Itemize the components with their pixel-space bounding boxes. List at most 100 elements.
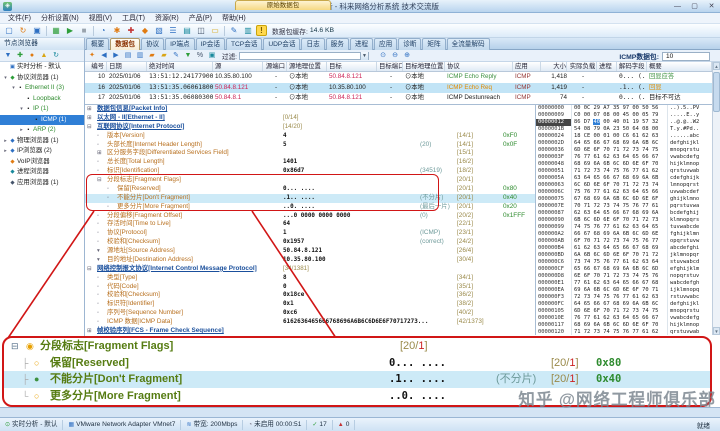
column-header[interactable]: 源端口	[263, 62, 287, 71]
expand-icon[interactable]: ▾	[10, 83, 17, 94]
decode-row[interactable]: ◦ ICMP 数据[ICMP Data] 6162636465666768696…	[85, 318, 535, 327]
menu-analysis-settings[interactable]: 分析设置(N)	[36, 13, 84, 24]
expand-icon[interactable]: ⊞	[87, 114, 92, 123]
hex-row[interactable]: 000000B4 61 62 63 64 65 66 67 68 69 abcd…	[536, 245, 712, 252]
column-header[interactable]: 应用	[513, 62, 541, 71]
expand-icon[interactable]: ▾	[97, 247, 100, 256]
expand-icon[interactable]: ◦	[97, 141, 99, 150]
reload-icon[interactable]: ↻	[17, 25, 29, 37]
tree-node-ip[interactable]: ▾ ▪ IP (1)	[0, 104, 84, 115]
decode-row[interactable]: ⊞ 以太网 - II[Ethernet - II] [0/14]	[85, 114, 535, 123]
hex-row[interactable]: 00000087 62 63 64 65 66 67 68 69 6A bcde…	[536, 210, 712, 217]
tree-node-process-explorer[interactable]: ◆ 进程浏览器	[0, 167, 84, 178]
column-header[interactable]: 目标地理位置	[403, 62, 445, 71]
decode-row[interactable]: ◦ 校验和[Checksum] 0x18ce [36/2]	[85, 291, 535, 300]
node-group-icon[interactable]: ▧	[153, 25, 165, 37]
decode-row[interactable]: ◦ 存活时间[Time to Live] 64 [22/1]	[85, 220, 535, 229]
tree-node-ethernet[interactable]: ▾ ▪ Ethernet II (3)	[0, 83, 84, 94]
expand-icon[interactable]: ◦	[107, 185, 109, 194]
edit-icon[interactable]: ✎	[228, 25, 240, 37]
expand-icon[interactable]: ◦	[97, 132, 99, 141]
decode-row[interactable]: ⊞ 帧校验序列[FCS - Frame Check Sequence]	[85, 327, 535, 335]
locate-icon[interactable]: ⊙	[378, 51, 388, 61]
tab-full-decode[interactable]: 全流量解码	[447, 38, 490, 50]
scroll-down-icon[interactable]: ▼	[713, 327, 720, 335]
hex-row[interactable]: 00000048 68 69 6A 6B 6C 6D 6E 6F 70 hijk…	[536, 161, 712, 168]
decode-row[interactable]: ◦ 校验和[Checksum] 0x1957 (correct) [24/2]	[85, 238, 535, 247]
hex-row[interactable]: 000000EA 69 6A 6B 6C 6D 6E 6F 70 71 ijkl…	[536, 287, 712, 294]
menu-view[interactable]: 视图(V)	[84, 13, 117, 24]
hex-row[interactable]: 0000010E 76 77 61 62 63 64 65 66 67 vwab…	[536, 315, 712, 322]
hex-row[interactable]: 000000AB 6F 70 71 72 73 74 75 76 77 opqr…	[536, 238, 712, 245]
tree-node-app-explorer[interactable]: ◆ 应用浏览器 (1)	[0, 178, 84, 189]
node-filter-icon[interactable]: ▼	[3, 51, 13, 61]
hex-row[interactable]: 00000075 67 68 69 6A 6B 6C 6D 6E 6F ghij…	[536, 196, 712, 203]
tree-node-physical-explorer[interactable]: ▸ ◆ 物理浏览器 (1)	[0, 136, 84, 147]
expand-icon[interactable]: ⊟	[87, 265, 92, 274]
expand-icon[interactable]: ⊟	[87, 123, 92, 132]
column-header[interactable]: 进程	[597, 62, 617, 71]
hex-row[interactable]: 000000FC 64 65 66 67 68 69 6A 6B 6C defg…	[536, 301, 712, 308]
expand-icon[interactable]: ◦	[107, 194, 109, 203]
column-header[interactable]: 编号	[85, 62, 107, 71]
hex-row[interactable]: 0000001B 54 08 79 0A 23 50 64 08 00 T.y.…	[536, 126, 712, 133]
hex-row[interactable]: 00000012 86 D7 40 00 40 01 19 57 32 ..@.…	[536, 119, 712, 126]
warning-icon[interactable]: !	[256, 25, 267, 36]
packet-filter-icon[interactable]: ✚	[125, 25, 137, 37]
minimize-button[interactable]: —	[669, 1, 686, 12]
analysis-settings-icon[interactable]: ✱	[111, 25, 123, 37]
menu-help[interactable]: 帮助(H)	[217, 13, 251, 24]
decode-row[interactable]: ◦ 序列号[Sequence Number] 0xc6 [40/2]	[85, 309, 535, 318]
column-header[interactable]: 大小	[541, 62, 567, 71]
locate-node-icon[interactable]: ●	[27, 51, 37, 61]
tree-node-analysis[interactable]: ▣ 实时分析 - 默认	[0, 62, 84, 73]
hex-row[interactable]: 0000006C 75 76 77 61 62 63 64 65 66 uvwa…	[536, 189, 712, 196]
alarm-settings-icon[interactable]: ◆	[139, 25, 151, 37]
hex-row[interactable]: 00000063 6C 6D 6E 6F 70 71 72 73 74 lmno…	[536, 182, 712, 189]
expand-icon[interactable]: ◦	[97, 212, 99, 221]
tab-diagnosis[interactable]: 诊断	[398, 38, 421, 50]
bookmark-icon[interactable]: ✦	[87, 51, 97, 61]
column-header[interactable]: 源	[213, 62, 263, 71]
expand-icon[interactable]: ◦	[97, 274, 99, 283]
decode-row[interactable]: ⊟ 互联网协议[Internet Protocol] [14/20]	[85, 123, 535, 132]
decode-row[interactable]: ⊟ 网络控制报文协议[Internet Control Message Prot…	[85, 265, 535, 274]
chart-icon[interactable]: ▥	[242, 25, 254, 37]
hex-row[interactable]: 00000120 71 72 73 74 75 76 77 61 62 qrst…	[536, 329, 712, 335]
menu-file[interactable]: 文件(F)	[3, 13, 36, 24]
maximize-button[interactable]: ▢	[686, 1, 703, 12]
column-header[interactable]: 解码字段	[617, 62, 647, 71]
tab-protocol[interactable]: 协议	[141, 38, 164, 50]
expand-icon[interactable]: ▸	[2, 136, 9, 147]
decode-row[interactable]: ◦ 标识符[Identifier] 0x1 [38/2]	[85, 300, 535, 309]
expand-icon[interactable]: ◦	[97, 291, 99, 300]
expand-icon[interactable]: ◦	[97, 167, 99, 176]
column-header[interactable]: 实际负载	[567, 62, 597, 71]
hex-row[interactable]: 000000C6 73 74 75 76 77 61 62 63 64 stuv…	[536, 259, 712, 266]
hex-row[interactable]: 00000009 C0 00 07 08 00 45 00 05 79 ....…	[536, 112, 712, 119]
hex-row[interactable]: 00000099 74 75 76 77 61 62 63 64 65 tuvw…	[536, 224, 712, 231]
hex-pane-icon[interactable]: ▥	[135, 51, 145, 61]
tree-node-arp[interactable]: ▸ ▪ ARP (2)	[0, 125, 84, 136]
zoom-out-icon[interactable]: ⊖	[390, 51, 400, 61]
column-header[interactable]: 概要	[647, 62, 712, 71]
expand-icon[interactable]: ⊞	[97, 149, 102, 158]
menu-resources[interactable]: 资源(R)	[150, 13, 184, 24]
autoscroll-icon[interactable]: ▼	[183, 51, 193, 61]
expand-icon[interactable]: ◦	[97, 220, 99, 229]
hex-row[interactable]: 000000BD 6A 6B 6C 6D 6E 6F 70 71 72 jklm…	[536, 252, 712, 259]
decode-row[interactable]: ◦ 标识[Identification] 0x86d7 (34519) [18/…	[85, 167, 535, 176]
expand-icon[interactable]: ◦	[97, 238, 99, 247]
tree-node-ip-explorer[interactable]: ▸ ◆ IP浏览器 (2)	[0, 146, 84, 157]
filter-input[interactable]	[240, 53, 360, 60]
general-settings-icon[interactable]: ◔	[97, 25, 109, 37]
decode-row[interactable]: ◦ 更多分片[More Fragment] ..0. .... (最后一片) […	[85, 203, 535, 212]
decode-row[interactable]: ◦ 版本[Version] 4 [14/1] 0xF0	[85, 132, 535, 141]
decode-row[interactable]: ◦ 保留[Reserved] 0... .... [20/1] 0x80	[85, 185, 535, 194]
menu-product[interactable]: 产品(P)	[184, 13, 217, 24]
note-icon[interactable]: ✎	[171, 51, 181, 61]
decode-pane-icon[interactable]: ▤	[123, 51, 133, 61]
expand-icon[interactable]: ▸	[2, 146, 9, 157]
vertical-scrollbar[interactable]: ▲ ▼	[712, 62, 720, 335]
hex-row[interactable]: 000000F3 72 73 74 75 76 77 61 62 63 rstu…	[536, 294, 712, 301]
